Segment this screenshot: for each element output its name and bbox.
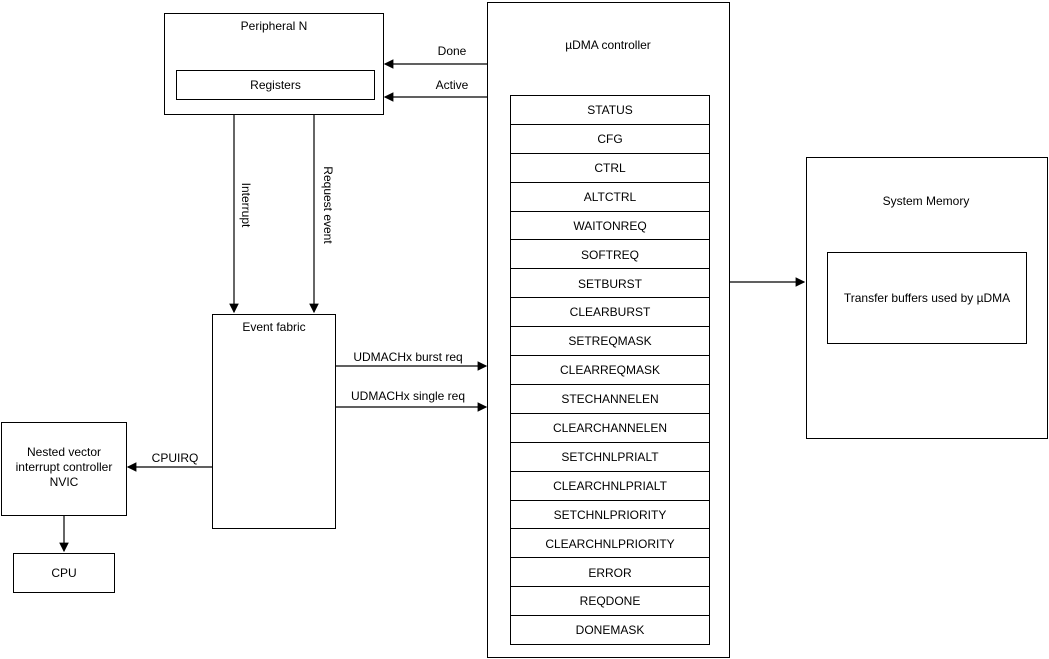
nvic-line2: interrupt controller xyxy=(15,460,113,474)
register-clearburst: CLEARBURST xyxy=(510,297,710,328)
transfer-buffers-label: Transfer buffers used by µDMA xyxy=(843,291,1011,305)
register-ctrl: CTRL xyxy=(510,152,710,184)
register-reqdone: REQDONE xyxy=(510,586,710,617)
cpu-label: CPU xyxy=(51,566,77,580)
nvic-line1: Nested vector xyxy=(26,445,102,459)
nvic-line3: NVIC xyxy=(49,475,79,489)
register-softreq: SOFTREQ xyxy=(510,239,710,270)
register-cfg: CFG xyxy=(510,123,710,155)
system-memory-title: System Memory xyxy=(882,194,970,208)
event-fabric-title: Event fabric xyxy=(242,320,306,334)
peripheral-registers-label: Registers xyxy=(250,78,301,92)
register-clearreqmask: CLEARREQMASK xyxy=(510,355,710,386)
cpu-box: CPU xyxy=(13,553,115,593)
done-label: Done xyxy=(437,44,467,58)
request-event-label: Request event xyxy=(321,166,335,244)
transfer-buffers-box: Transfer buffers used by µDMA xyxy=(827,252,1027,344)
udma-title: µDMA controller xyxy=(565,38,651,52)
single-req-label: UDMACHx single req xyxy=(350,389,466,403)
cpuirq-label: CPUIRQ xyxy=(151,451,199,465)
register-stechannelen: STECHANNELEN xyxy=(510,383,710,415)
peripheral-registers-box: Registers xyxy=(176,70,375,100)
register-clearchnlpriority: CLEARCHNLPRIORITY xyxy=(510,528,710,559)
burst-req-label: UDMACHx burst req xyxy=(353,350,463,364)
peripheral-title: Peripheral N xyxy=(240,19,308,33)
interrupt-label: Interrupt xyxy=(239,182,253,228)
register-clearchannelen: CLEARCHANNELEN xyxy=(510,412,710,444)
register-clearchnlprialt: CLEARCHNLPRIALT xyxy=(510,470,710,502)
register-altctrl: ALTCTRL xyxy=(510,181,710,213)
event-fabric-box xyxy=(212,314,336,529)
register-setchnlpriority: SETCHNLPRIORITY xyxy=(510,499,710,530)
register-waitonreq: WAITONREQ xyxy=(510,210,710,241)
register-setreqmask: SETREQMASK xyxy=(510,326,710,357)
register-donemask: DONEMASK xyxy=(510,615,710,646)
register-setchnlprialt: SETCHNLPRIALT xyxy=(510,441,710,473)
register-error: ERROR xyxy=(510,557,710,588)
register-status: STATUS xyxy=(510,95,710,126)
register-setburst: SETBURST xyxy=(510,268,710,299)
active-label: Active xyxy=(435,78,469,92)
